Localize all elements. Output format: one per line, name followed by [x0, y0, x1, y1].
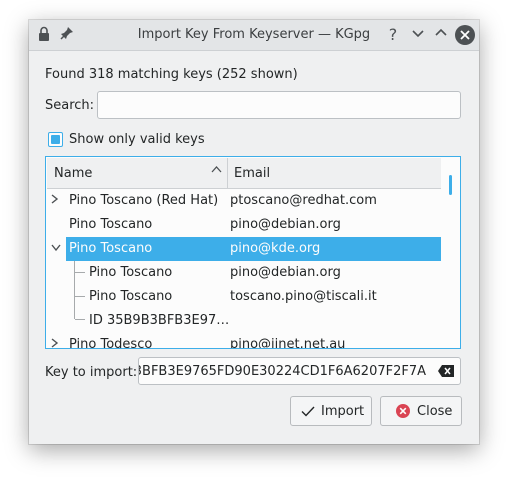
- chevron-down-icon[interactable]: [50, 241, 62, 255]
- close-circle-icon: [395, 403, 411, 419]
- tree-row[interactable]: Pino Toscano pino@debian.org: [47, 213, 441, 237]
- tree-header: Name Email: [47, 158, 441, 189]
- key-email: pino@debian.org: [230, 217, 341, 232]
- key-email: ptoscano@redhat.com: [230, 193, 377, 208]
- tree-row-selected[interactable]: Pino Toscano pino@kde.org: [47, 237, 441, 261]
- key-email: pino@iinet.net.au: [230, 337, 346, 349]
- uid-email: toscano.pino@tiscali.it: [230, 289, 377, 304]
- key-name: Pino Toscano: [69, 217, 153, 232]
- title-bar[interactable]: Import Key From Keyserver — KGpg ?: [29, 20, 479, 51]
- import-key-dialog: Import Key From Keyserver — KGpg ? Found…: [29, 20, 479, 444]
- show-valid-keys-label[interactable]: Show only valid keys: [69, 132, 205, 147]
- column-header-email[interactable]: Email: [234, 166, 270, 181]
- chevron-right-icon[interactable]: [50, 193, 62, 207]
- scrollbar-thumb[interactable]: [449, 175, 452, 195]
- key-name: Pino Toscano (Red Hat): [69, 193, 219, 208]
- subkey-id: ID 35B9B3BFB3E97…: [89, 313, 230, 328]
- tree-row[interactable]: Pino Toscano (Red Hat) ptoscano@redhat.c…: [47, 189, 441, 213]
- tree-row-child[interactable]: ID 35B9B3BFB3E97…: [47, 309, 441, 333]
- key-to-import-value: 9B3BFB3E9765FD90E30224CD1F6A6207F2F7A: [138, 364, 426, 379]
- key-email: pino@kde.org: [230, 241, 321, 256]
- key-to-import-field[interactable]: 9B3BFB3E9765FD90E30224CD1F6A6207F2F7A: [138, 357, 461, 385]
- maximize-icon[interactable]: [432, 26, 450, 44]
- clear-text-icon[interactable]: [438, 365, 454, 377]
- sort-ascending-icon: [211, 164, 222, 178]
- uid-email: pino@debian.org: [230, 265, 341, 280]
- import-button[interactable]: Import: [290, 396, 372, 426]
- key-name: Pino Toscano: [69, 241, 153, 256]
- close-window-icon[interactable]: [455, 25, 475, 45]
- checkmark-icon: [300, 403, 316, 419]
- tree-row-child[interactable]: Pino Toscano pino@debian.org: [47, 261, 441, 285]
- close-button-label: Close: [417, 404, 453, 419]
- show-valid-keys-checkbox[interactable]: [48, 132, 63, 147]
- import-button-label: Import: [321, 404, 365, 419]
- minimize-icon[interactable]: [409, 26, 427, 44]
- tree-row[interactable]: Pino Todesco pino@iinet.net.au: [47, 333, 441, 349]
- uid-name: Pino Toscano: [89, 265, 173, 280]
- uid-name: Pino Toscano: [89, 289, 173, 304]
- search-input[interactable]: [97, 91, 461, 119]
- header-divider: [227, 158, 228, 188]
- close-button[interactable]: Close: [380, 396, 462, 426]
- chevron-right-icon[interactable]: [50, 337, 62, 348]
- tree-row-child[interactable]: Pino Toscano toscano.pino@tiscali.it: [47, 285, 441, 309]
- checkbox-checkmark: [51, 135, 60, 144]
- key-list-tree[interactable]: Name Email Pino Toscano (Red Hat) ptosca…: [45, 156, 461, 349]
- help-icon[interactable]: ?: [384, 26, 402, 44]
- column-header-name[interactable]: Name: [54, 166, 92, 181]
- key-name: Pino Todesco: [69, 337, 153, 349]
- search-label: Search:: [45, 98, 95, 113]
- matching-keys-count: Found 318 matching keys (252 shown): [45, 67, 298, 82]
- key-to-import-label: Key to import:: [45, 365, 138, 380]
